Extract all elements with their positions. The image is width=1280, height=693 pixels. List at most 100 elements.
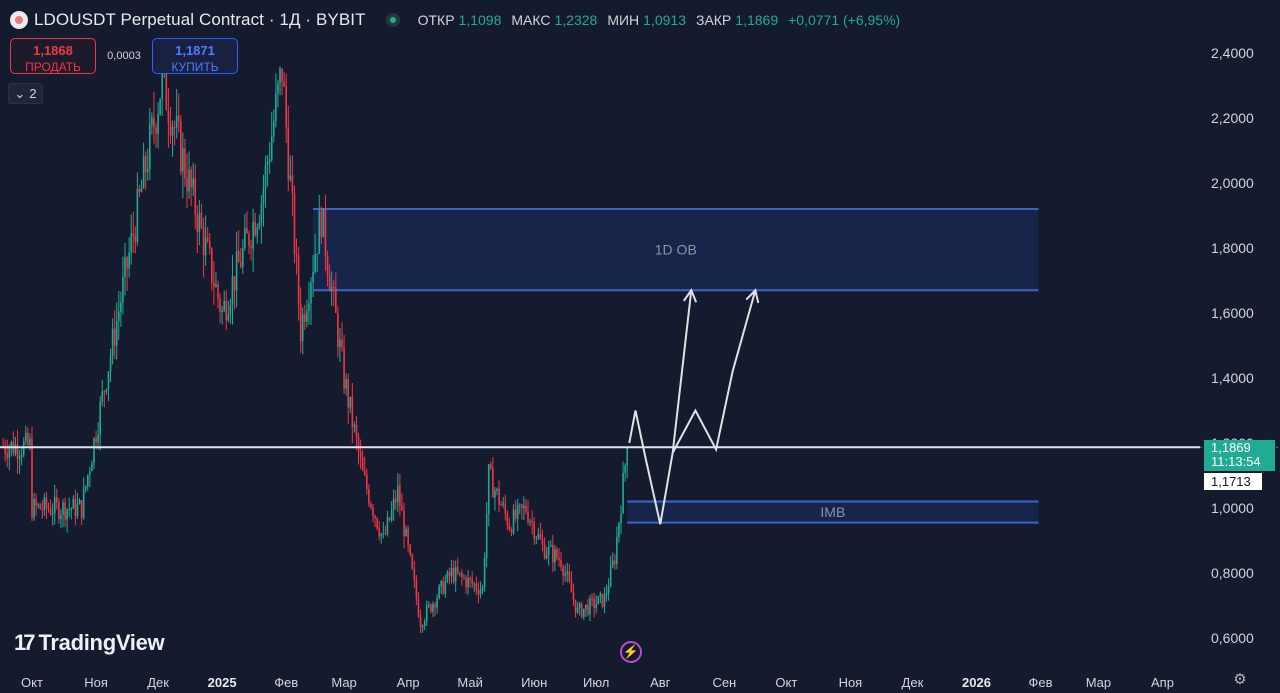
candle-body — [380, 533, 383, 537]
candle-body — [95, 438, 97, 443]
candle-body — [618, 522, 620, 538]
time-tick-label: 2026 — [962, 675, 991, 690]
candle-body — [428, 604, 430, 606]
candle-body — [607, 586, 610, 594]
candle-body — [626, 447, 629, 466]
symbol-logo-icon[interactable] — [10, 11, 28, 29]
candle-body — [378, 528, 381, 537]
candle-body — [442, 580, 445, 594]
candle-body — [6, 453, 8, 458]
sell-button[interactable]: 1,1868 ПРОДАТЬ — [10, 38, 96, 74]
candles-layer — [2, 51, 629, 634]
candle-body — [235, 251, 238, 291]
candle-body — [456, 567, 459, 573]
candle-body — [448, 571, 451, 577]
candle-body — [66, 509, 68, 520]
candle-body — [281, 68, 283, 82]
time-axis: Окт Ноя Дек 2025 Фев Мар Апр Май Июн Июл Авг Сен Окт… — [21, 675, 1174, 690]
price-chart[interactable]: 1D OBIMB 0,60000,80001,00001,20001,40001… — [0, 0, 1280, 693]
indicators-toggle[interactable]: ⌄ 2 — [8, 83, 43, 104]
time-tick-label: Дек — [147, 675, 169, 690]
candle-body — [99, 401, 102, 435]
projection-path-0 — [628, 290, 693, 525]
candle-body — [549, 545, 552, 547]
time-tick-label: Май — [457, 675, 482, 690]
candle-body — [368, 489, 370, 504]
candle-body — [498, 488, 500, 505]
candle-body — [194, 178, 197, 215]
buy-button[interactable]: 1,1871 КУПИТЬ — [152, 38, 238, 74]
candle-body — [434, 603, 436, 608]
candle-body — [438, 586, 440, 599]
candle-body — [291, 175, 294, 193]
candle-body — [370, 503, 372, 508]
candle-body — [446, 571, 449, 582]
time-tick-label: Апр — [397, 675, 420, 690]
lightning-icon[interactable]: ⚡ — [620, 641, 642, 663]
price-tick-label: 2,0000 — [1211, 175, 1254, 191]
candle-body — [597, 596, 600, 605]
candle-body — [382, 533, 385, 535]
symbol-header: LDOUSDT Perpetual Contract · 1Д · BYBIT … — [10, 8, 906, 32]
candle-body — [27, 432, 29, 445]
candle-body — [566, 571, 569, 574]
candle-body — [403, 510, 405, 537]
candle-body — [324, 208, 327, 257]
candle-body — [372, 507, 374, 516]
candle-body — [531, 521, 533, 523]
candle-body — [535, 537, 538, 539]
candle-body — [353, 424, 356, 427]
candle-body — [159, 99, 161, 115]
candle-body — [496, 488, 498, 491]
candle-body — [264, 165, 267, 189]
market-status-icon[interactable] — [385, 13, 400, 27]
candle-body — [502, 503, 505, 506]
candle-body — [231, 276, 234, 306]
candle-body — [492, 468, 494, 498]
zone-0-label: 1D OB — [655, 242, 697, 258]
candle-body — [270, 136, 273, 160]
candle-body — [407, 528, 409, 546]
candle-body — [405, 528, 407, 537]
candle-body — [113, 328, 116, 346]
candle-body — [82, 488, 85, 518]
candle-body — [171, 127, 174, 136]
candle-body — [545, 554, 548, 559]
candle-body — [572, 592, 575, 600]
candle-body — [304, 314, 306, 322]
candle-body — [78, 500, 81, 505]
candle-body — [399, 485, 401, 507]
high-value: 1,2328 — [554, 12, 598, 28]
symbol-title[interactable]: LDOUSDT Perpetual Contract · 1Д · BYBIT — [34, 10, 366, 30]
candle-body — [605, 593, 608, 595]
candle-body — [105, 389, 108, 392]
candle-body — [308, 303, 310, 311]
candle-body — [376, 518, 378, 529]
candle-body — [580, 603, 583, 617]
time-tick-label: Ноя — [839, 675, 863, 690]
candle-body — [175, 115, 178, 128]
candle-body — [609, 565, 612, 587]
candle-body — [76, 504, 79, 517]
candle-body — [475, 583, 478, 590]
candle-body — [560, 560, 562, 568]
candle-body — [144, 156, 147, 173]
candle-body — [326, 256, 329, 276]
candle-body — [359, 452, 362, 459]
candle-body — [335, 287, 337, 313]
candle-body — [146, 169, 149, 173]
candle-body — [465, 578, 467, 588]
candle-body — [461, 572, 463, 577]
candle-body — [591, 598, 593, 600]
candle-body — [225, 300, 228, 321]
candle-body — [547, 546, 550, 555]
candle-body — [24, 432, 27, 442]
tradingview-logo[interactable]: 17 TradingView — [14, 630, 165, 656]
candle-body — [180, 121, 182, 172]
candle-body — [169, 122, 172, 136]
candle-body — [246, 228, 248, 234]
candle-body — [473, 583, 476, 585]
candle-body — [196, 214, 199, 233]
gear-icon[interactable]: ⚙ — [1232, 672, 1248, 688]
candle-body — [242, 247, 244, 267]
